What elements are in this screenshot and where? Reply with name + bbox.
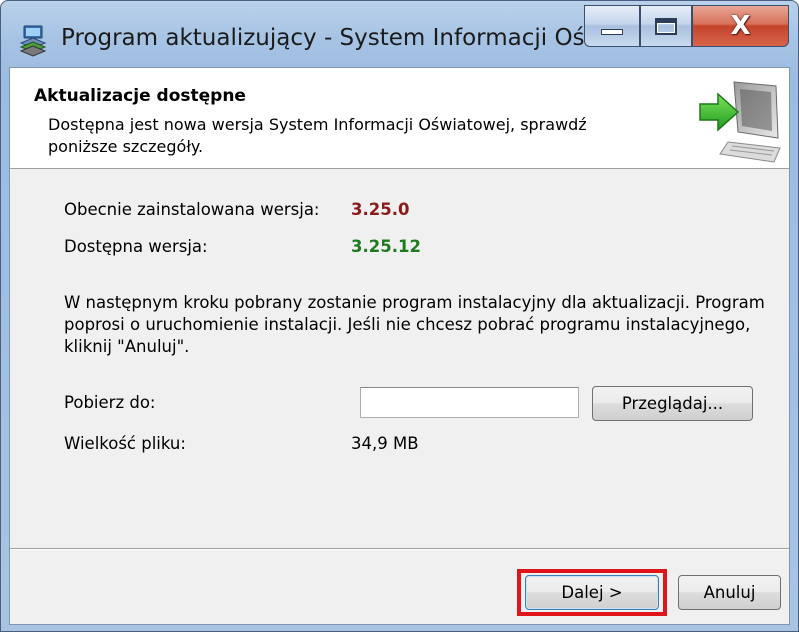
dialog-content: Aktualizacje dostępne Dostępna jest nowa… bbox=[9, 67, 790, 625]
close-button[interactable]: X bbox=[692, 5, 789, 47]
file-size-label: Wielkość pliku: bbox=[64, 434, 186, 453]
browse-button[interactable]: Przeglądaj... bbox=[592, 386, 753, 421]
maximize-icon bbox=[655, 17, 677, 35]
title-bar[interactable]: Program aktualizujący - System Informacj… bbox=[1, 1, 798, 67]
header-title: Aktualizacje dostępne bbox=[34, 86, 246, 106]
next-button[interactable]: Dalej > bbox=[525, 575, 659, 610]
minimize-icon bbox=[601, 29, 623, 35]
footer-divider bbox=[10, 548, 789, 550]
installed-version-value: 3.25.0 bbox=[351, 200, 410, 219]
minimize-button[interactable] bbox=[584, 5, 640, 47]
dialog-header: Aktualizacje dostępne Dostępna jest nowa… bbox=[10, 68, 789, 169]
available-version-label: Dostępna wersja: bbox=[64, 237, 208, 256]
window-title: Program aktualizujący - System Informacj… bbox=[61, 25, 646, 51]
installed-version-label: Obecnie zainstalowana wersja: bbox=[64, 200, 320, 219]
maximize-button[interactable] bbox=[640, 5, 692, 47]
download-path-input[interactable] bbox=[360, 387, 579, 418]
info-text: W następnym kroku pobrany zostanie progr… bbox=[64, 293, 765, 356]
close-icon: X bbox=[730, 11, 751, 41]
file-size-value: 34,9 MB bbox=[351, 434, 419, 453]
caption-buttons: X bbox=[584, 5, 789, 47]
download-to-label: Pobierz do: bbox=[64, 393, 156, 412]
app-icon bbox=[19, 25, 47, 57]
computer-update-icon bbox=[699, 81, 781, 163]
installer-window: Program aktualizujący - System Informacj… bbox=[0, 0, 799, 632]
cancel-button[interactable]: Anuluj bbox=[678, 575, 781, 610]
available-version-value: 3.25.12 bbox=[351, 237, 421, 256]
header-description: Dostępna jest nowa wersja System Informa… bbox=[48, 115, 587, 156]
